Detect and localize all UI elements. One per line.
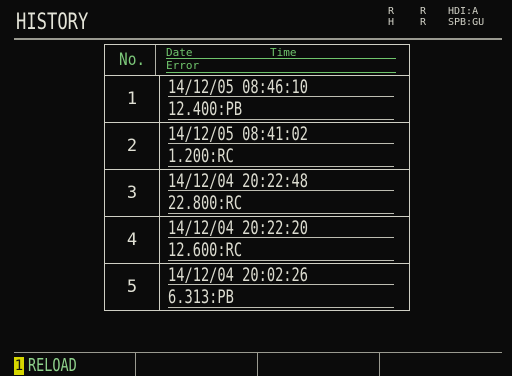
- record-number: 2: [105, 123, 160, 169]
- status-indicator-c: HDI:A SPB:GU: [448, 6, 485, 28]
- record-underline: [168, 96, 394, 97]
- function-key-number: 1: [14, 357, 24, 375]
- record-error: 12.600:RC: [168, 239, 243, 261]
- table-header: No. Date Time Error: [105, 45, 409, 76]
- record-underline: [168, 284, 394, 285]
- status-indicator-a: R H: [388, 6, 395, 28]
- table-row[interactable]: 5 14/12/04 20:02:26 6.313:PB: [105, 264, 409, 310]
- record-fields: 14/12/04 20:02:26 6.313:PB: [160, 264, 409, 310]
- record-fields: 14/12/05 08:46:10 12.400:PB: [160, 76, 409, 122]
- function-key-3[interactable]: [258, 353, 380, 376]
- record-number: 5: [105, 264, 160, 310]
- function-key-label: RELOAD: [28, 355, 77, 376]
- record-underline: [168, 143, 394, 144]
- record-error: 6.313:PB: [168, 286, 234, 308]
- table-row[interactable]: 2 14/12/05 08:41:02 1.200:RC: [105, 123, 409, 170]
- record-datetime: 14/12/05 08:46:10: [168, 76, 309, 98]
- header-divider: [14, 38, 502, 40]
- history-screen: HISTORY R H R R HDI:A SPB:GU No. Date Ti…: [0, 0, 512, 376]
- status-indicator-b: R R: [420, 6, 427, 28]
- record-number: 1: [105, 76, 160, 122]
- header-underline: [166, 58, 396, 59]
- record-underline: [168, 119, 394, 120]
- record-underline: [168, 190, 394, 191]
- column-header-time: Time: [270, 46, 297, 59]
- column-header-date: Date: [166, 46, 193, 59]
- column-header-error: Error: [166, 59, 200, 72]
- record-datetime: 14/12/04 20:22:20: [168, 217, 309, 239]
- record-underline: [168, 166, 394, 167]
- record-error: 1.200:RC: [168, 145, 234, 167]
- table-row[interactable]: 4 14/12/04 20:22:20 12.600:RC: [105, 217, 409, 264]
- record-number: 3: [105, 170, 160, 216]
- header-underline: [166, 72, 396, 73]
- record-underline: [168, 213, 394, 214]
- column-header-fields: Date Time Error: [160, 45, 409, 75]
- function-key-2[interactable]: [136, 353, 258, 376]
- record-datetime: 14/12/04 20:22:48: [168, 170, 309, 192]
- record-fields: 14/12/04 20:22:20 12.600:RC: [160, 217, 409, 263]
- function-key-4[interactable]: [380, 353, 502, 376]
- history-table: No. Date Time Error 1 14/12/05 08:46:10 …: [104, 44, 410, 311]
- page-title: HISTORY: [16, 10, 89, 35]
- record-datetime: 14/12/04 20:02:26: [168, 264, 309, 286]
- record-underline: [168, 237, 394, 238]
- record-fields: 14/12/04 20:22:48 22.800:RC: [160, 170, 409, 216]
- function-key-1-reload[interactable]: 1 RELOAD: [14, 353, 136, 376]
- record-fields: 14/12/05 08:41:02 1.200:RC: [160, 123, 409, 169]
- function-key-bar: 1 RELOAD: [14, 352, 502, 376]
- record-number: 4: [105, 217, 160, 263]
- record-underline: [168, 260, 394, 261]
- record-underline: [168, 307, 394, 308]
- column-header-no: No.: [109, 45, 156, 75]
- table-row[interactable]: 1 14/12/05 08:46:10 12.400:PB: [105, 76, 409, 123]
- table-row[interactable]: 3 14/12/04 20:22:48 22.800:RC: [105, 170, 409, 217]
- record-error: 12.400:PB: [168, 98, 243, 120]
- record-datetime: 14/12/05 08:41:02: [168, 123, 309, 145]
- record-error: 22.800:RC: [168, 192, 243, 214]
